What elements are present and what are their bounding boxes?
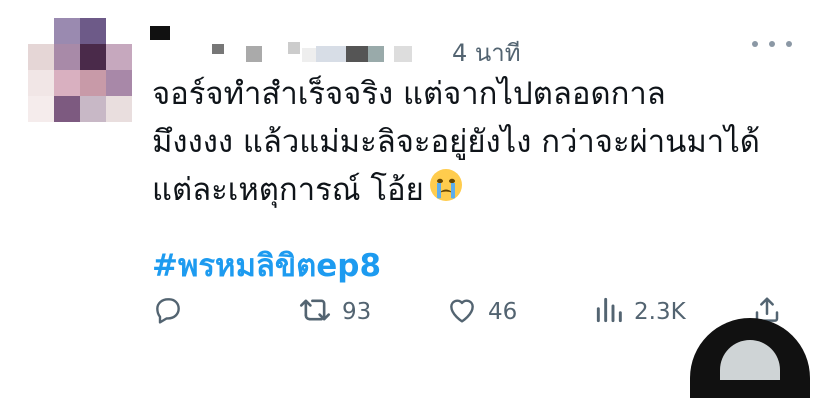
tweet-line: จอร์จทำสำเร็จจริง แต่จากไปตลอดกาล: [152, 76, 666, 112]
avatar[interactable]: [28, 18, 132, 122]
reply-icon: [152, 294, 184, 330]
tweet-line-with-emoji: แต่ละเหตุการณ์ โอ้ย: [152, 166, 802, 217]
reply-button[interactable]: [152, 290, 184, 334]
retweet-button[interactable]: 93: [298, 290, 371, 334]
retweet-icon: [298, 294, 332, 330]
views-count: 2.3K: [634, 299, 686, 325]
hashtag-link[interactable]: #พรหมลิขิตep8: [152, 240, 381, 290]
tweet-text: จอร์จทำสำเร็จจริง แต่จากไปตลอดกาล มึงงงง…: [152, 70, 802, 217]
author-name-censored[interactable]: [150, 24, 450, 64]
tweet-line: แต่ละเหตุการณ์ โอ้ย: [152, 172, 424, 208]
views-icon: [594, 294, 624, 330]
action-bar: 93 46 2.3K: [0, 290, 828, 334]
retweet-count: 93: [342, 299, 372, 325]
crying-emoji: [428, 167, 464, 217]
like-count: 46: [488, 299, 518, 325]
more-icon[interactable]: [752, 34, 792, 54]
views-button[interactable]: 2.3K: [594, 290, 686, 334]
like-icon: [446, 294, 478, 330]
like-button[interactable]: 46: [446, 290, 517, 334]
timestamp[interactable]: 4 นาที: [452, 33, 521, 72]
tweet-line: มึงงงง แล้วแม่มะลิจะอยู่ยังไง กว่าจะผ่าน…: [152, 124, 760, 160]
